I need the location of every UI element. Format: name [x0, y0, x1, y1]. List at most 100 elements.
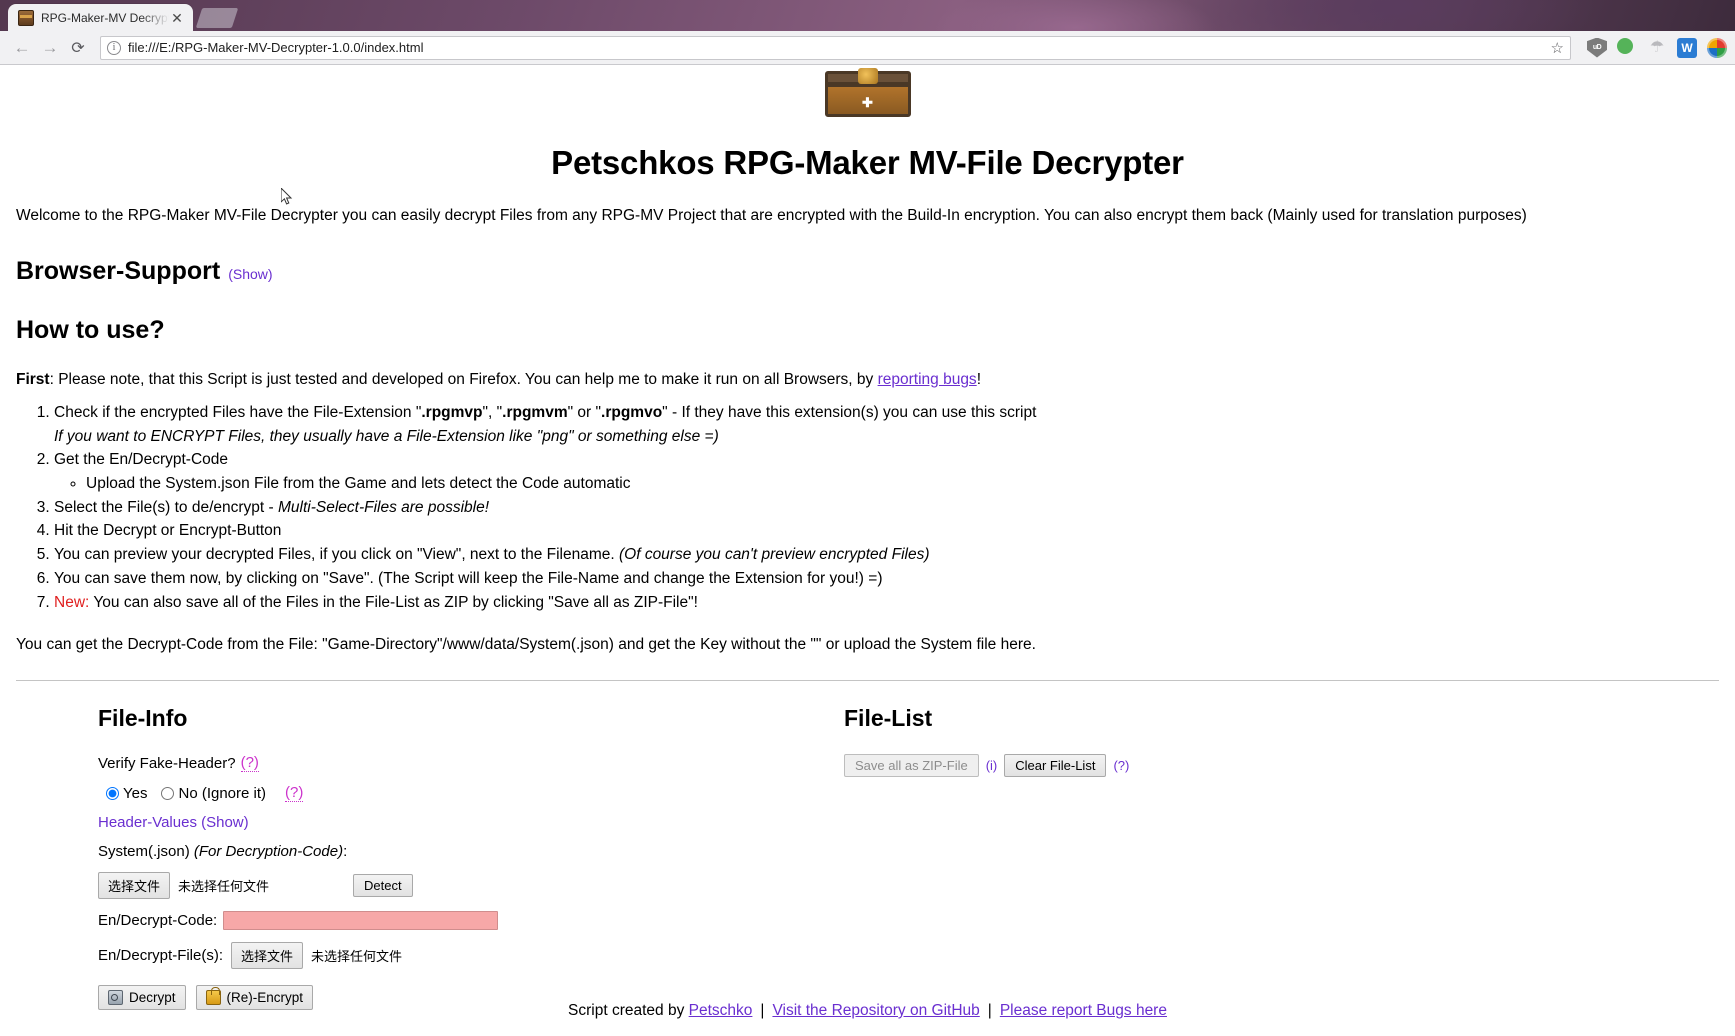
step2-subitem: Upload the System.json File from the Gam…	[86, 472, 1719, 496]
system-json-colon: :	[343, 843, 348, 861]
step2-sublist: Upload the System.json File from the Gam…	[54, 472, 1719, 496]
form-columns: File-Info Verify Fake-Header? (?) Yes No…	[16, 705, 1719, 1011]
page-viewport: ✚ Petschkos RPG-Maker MV-File Decrypter …	[0, 65, 1735, 1036]
browser-window: RPG-Maker-MV Decrypter ✕ ← → ⟳ i file://…	[0, 0, 1735, 1036]
step3-prefix: Select the File(s) to de/encrypt -	[54, 498, 278, 516]
address-bar-url: file:///E:/RPG-Maker-MV-Decrypter-1.0.0/…	[128, 40, 424, 55]
new-tab-button[interactable]	[195, 8, 239, 28]
treasure-chest-icon: ✚	[824, 68, 911, 117]
first-text-after: !	[976, 370, 981, 388]
step1-mid2: " or "	[567, 403, 602, 421]
extension-icons: uD ☂ W	[1577, 37, 1727, 58]
footer-sep-1: |	[760, 1002, 765, 1019]
chest-favicon-icon	[18, 9, 34, 26]
file-list-column: File-List Save all as ZIP-File (i) Clear…	[796, 705, 1719, 1010]
step1-mid1: ", "	[482, 403, 503, 421]
zip-info-icon[interactable]: (i)	[986, 758, 998, 773]
footer-bugs-link[interactable]: Please report Bugs here	[1000, 1002, 1167, 1019]
reload-icon[interactable]: ⟳	[64, 34, 92, 62]
system-json-label-italic: (For Decryption-Code)	[193, 843, 344, 861]
browser-support-heading: Browser-Support (Show)	[16, 257, 1719, 286]
forward-icon[interactable]: →	[36, 34, 64, 62]
ublock-origin-icon[interactable]: uD	[1587, 37, 1607, 58]
step5-italic: (Of course you can't preview encrypted F…	[618, 546, 930, 564]
browser-support-show-link[interactable]: (Show)	[228, 266, 272, 282]
step1-suffix: " - If they have this extension(s) you c…	[662, 403, 1037, 421]
radio-no-label[interactable]: No (Ignore it)	[178, 785, 266, 802]
how-to-steps-list: Check if the encrypted Files have the Fi…	[16, 401, 1719, 614]
step1-italic-note: If you want to ENCRYPT Files, they usual…	[54, 427, 719, 445]
file-info-column: File-Info Verify Fake-Header? (?) Yes No…	[16, 705, 796, 1011]
browser-tab[interactable]: RPG-Maker-MV Decrypter ✕	[8, 4, 193, 31]
code-input[interactable]	[223, 911, 499, 931]
reporting-bugs-link[interactable]: reporting bugs	[878, 371, 977, 388]
step-item-2: Get the En/Decrypt-Code Upload the Syste…	[54, 448, 1719, 495]
mouse-cursor	[281, 188, 293, 205]
file-list-heading: File-List	[844, 705, 933, 732]
radio-no-help-icon[interactable]: (?)	[285, 784, 304, 803]
files-status: 未选择任何文件	[311, 950, 403, 966]
step-item-5: You can preview your decrypted Files, if…	[54, 543, 1719, 567]
step1-ext1: .rpgmvp	[421, 403, 483, 421]
radio-no[interactable]	[161, 786, 175, 800]
clear-file-list-button[interactable]: Clear File-List	[1004, 754, 1107, 778]
footer-author-link[interactable]: Petschko	[689, 1002, 753, 1019]
page-content: ✚ Petschkos RPG-Maker MV-File Decrypter …	[0, 65, 1735, 1019]
back-icon[interactable]: ←	[8, 34, 36, 62]
system-file-status: 未选择任何文件	[178, 880, 270, 896]
system-file-input[interactable]: 选择文件 未选择任何文件	[98, 872, 270, 900]
footer-prefix: Script created by	[568, 1002, 689, 1019]
clear-help-icon[interactable]: (?)	[1113, 758, 1129, 773]
files-label: En/Decrypt-File(s):	[98, 947, 224, 965]
first-note-paragraph: First: Please note, that this Script is …	[16, 371, 1719, 389]
verify-help-icon[interactable]: (?)	[240, 754, 259, 773]
page-info-icon[interactable]: i	[107, 40, 121, 55]
new-badge: New:	[54, 593, 90, 611]
word-extension-icon[interactable]: W	[1677, 37, 1697, 58]
decrypt-code-note: You can get the Decrypt-Code from the Fi…	[16, 636, 1036, 654]
step3-italic: Multi-Select-Files are possible!	[277, 498, 490, 516]
file-list-toolbar: Save all as ZIP-File (i) Clear File-List…	[844, 754, 1719, 778]
radio-yes[interactable]	[106, 786, 119, 800]
step5-prefix: You can preview your decrypted Files, if…	[54, 546, 619, 564]
footer-sep-2: |	[987, 1002, 992, 1019]
system-json-label: System(.json)	[98, 843, 190, 861]
step-item-7: New: You can also save all of the Files …	[54, 591, 1719, 615]
system-choose-file-button[interactable]: 选择文件	[98, 872, 171, 900]
detect-button[interactable]: Detect	[353, 874, 413, 898]
bookmark-star-icon[interactable]: ☆	[1551, 39, 1564, 57]
browser-support-label: Browser-Support	[16, 256, 221, 285]
step-item-6: You can save them now, by clicking on "S…	[54, 567, 1719, 591]
green-status-icon[interactable]	[1617, 37, 1637, 58]
files-choose-file-button[interactable]: 选择文件	[231, 942, 304, 970]
address-bar[interactable]: i file:///E:/RPG-Maker-MV-Decrypter-1.0.…	[100, 35, 1571, 60]
page-title: Petschkos RPG-Maker MV-File Decrypter	[551, 144, 1184, 181]
step-item-3: Select the File(s) to de/encrypt - Multi…	[54, 496, 1719, 520]
save-all-zip-button[interactable]: Save all as ZIP-File	[844, 754, 979, 778]
verify-radio-group: Yes No (Ignore it) (?)	[106, 784, 796, 803]
how-to-use-heading: How to use?	[16, 315, 165, 344]
radio-yes-label[interactable]: Yes	[123, 785, 147, 802]
step1-prefix: Check if the encrypted Files have the Fi…	[54, 403, 422, 421]
step-item-1: Check if the encrypted Files have the Fi…	[54, 401, 1719, 448]
parachute-icon[interactable]: ☂	[1647, 38, 1667, 58]
system-file-row: 选择文件 未选择任何文件 Detect	[98, 872, 796, 900]
header-values-row: Header-Values (Show)	[98, 814, 796, 831]
tab-strip: RPG-Maker-MV Decrypter ✕	[0, 0, 1735, 31]
page-footer: Script created by Petschko | Visit the Rep…	[0, 1002, 1735, 1020]
files-input[interactable]: 选择文件 未选择任何文件	[231, 942, 403, 970]
section-divider	[16, 680, 1719, 682]
first-bold: First	[16, 370, 50, 388]
system-json-label-row: System(.json) (For Decryption-Code):	[98, 843, 796, 860]
footer-repo-link[interactable]: Visit the Repository on GitHub	[772, 1002, 979, 1019]
close-icon[interactable]: ✕	[169, 11, 185, 25]
header-values-show-link[interactable]: Header-Values (Show)	[98, 814, 249, 831]
first-text-before: : Please note, that this Script is just …	[49, 370, 878, 388]
browser-toolbar: ← → ⟳ i file:///E:/RPG-Maker-MV-Decrypte…	[0, 31, 1735, 65]
chest-sparkle-icon: ✚	[862, 95, 873, 110]
tabstrip-background	[0, 0, 1735, 31]
globe-extension-icon[interactable]	[1707, 37, 1727, 58]
code-label: En/Decrypt-Code:	[98, 912, 218, 930]
step1-ext3: .rpgmvo	[601, 403, 663, 421]
step2-text: Get the En/Decrypt-Code	[54, 451, 229, 469]
